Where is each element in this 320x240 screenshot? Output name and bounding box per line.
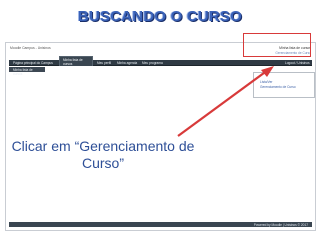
slide-title: BUSCANDO O CURSO [77,8,243,25]
app-footer: Powered by Moodle | Unisinos © 2017 [9,222,312,227]
highlight-box [243,33,311,57]
menu-programs[interactable]: Meu programa [142,61,163,65]
footer-text: Powered by Moodle | Unisinos © 2017 [253,222,308,227]
menu-tab-active-label: Minha lista de cursos [63,58,83,66]
menu-tab-active[interactable]: Minha lista de cursos [59,56,93,66]
menu-home[interactable]: Página principal do Campus [13,61,53,65]
submenu-bar[interactable]: Minha lista de cursos [9,67,45,76]
pointer-arrow-icon [177,66,274,137]
menu-calendar[interactable]: Minha agenda [117,61,137,65]
site-name: Moodle Campus - Unisinos [10,46,51,50]
menu-profile[interactable]: Meu perfil [97,61,111,65]
instruction-callout: Clicar em “Gerenciamento de Curso” [11,138,195,171]
submenu-label: Minha lista de cursos [13,67,33,76]
menu-logout[interactable]: Logout / Unisinos [285,61,310,65]
